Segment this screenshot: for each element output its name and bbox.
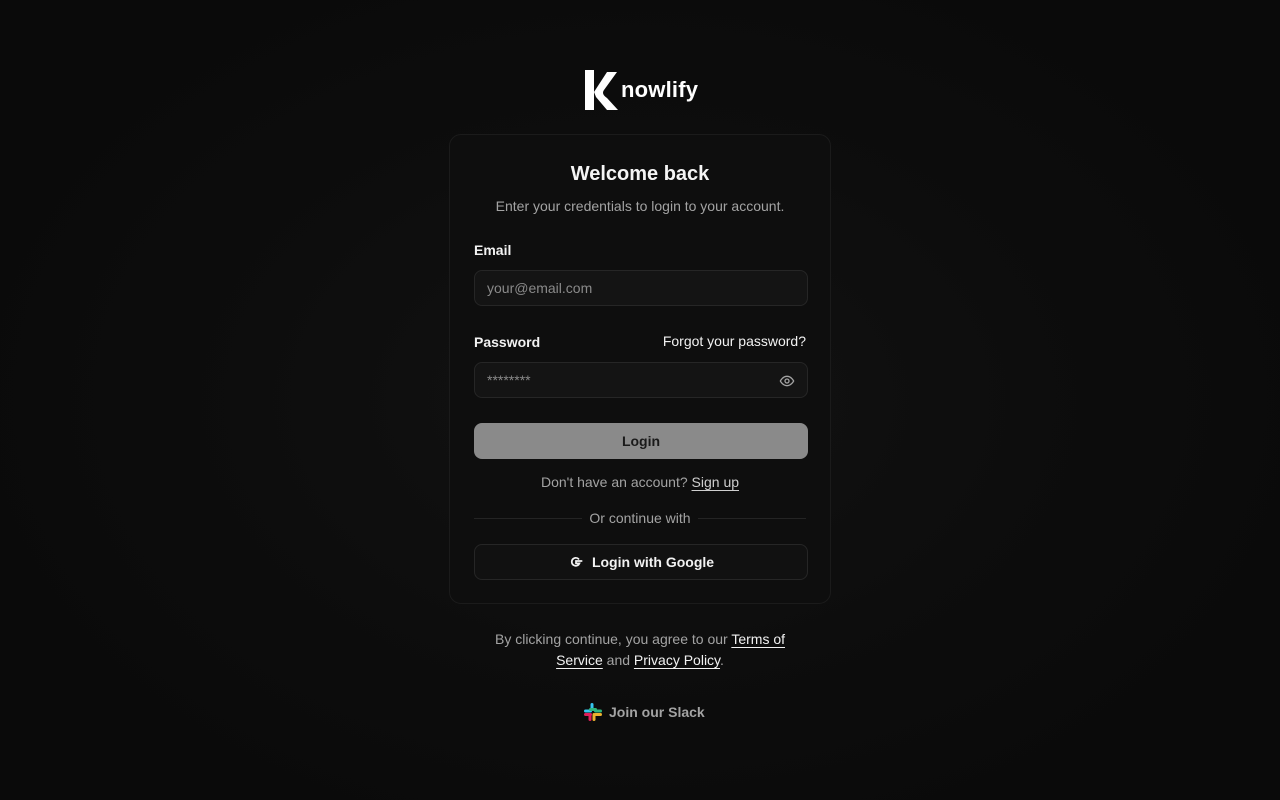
eye-icon[interactable]	[779, 373, 795, 389]
join-slack-link[interactable]: Join our Slack	[583, 702, 705, 722]
brand-name: nowlify	[621, 77, 699, 102]
email-label: Email	[474, 242, 512, 258]
login-button[interactable]: Login	[474, 423, 808, 459]
legal-notice: By clicking continue, you agree to our T…	[490, 629, 790, 671]
google-icon	[570, 556, 583, 567]
signup-link[interactable]: Sign up	[692, 474, 739, 490]
brand-logo: nowlify	[585, 70, 698, 110]
page-title: Welcome back	[570, 163, 710, 185]
slack-icon	[584, 703, 602, 721]
divider-text: Or continue with	[589, 510, 691, 526]
join-slack-label: Join our Slack	[609, 704, 705, 720]
password-field[interactable]	[487, 372, 795, 388]
legal-and: and	[606, 652, 631, 668]
signup-prompt-text: Don't have an account?	[540, 474, 688, 490]
login-card: Welcome back Enter your credentials to l…	[449, 134, 831, 604]
legal-suffix: .	[720, 652, 724, 668]
knowlify-k-icon	[585, 70, 618, 110]
legal-prefix: By clicking continue, you agree to our	[494, 631, 728, 647]
password-label: Password	[474, 334, 541, 350]
google-login-button[interactable]: Login with Google	[474, 544, 808, 580]
google-login-label: Login with Google	[591, 554, 715, 570]
password-field-wrapper	[474, 362, 808, 398]
signup-prompt: Don't have an account? Sign up	[450, 474, 830, 490]
email-field-wrapper	[474, 270, 808, 306]
forgot-password-link[interactable]: Forgot your password?	[663, 333, 806, 349]
email-field[interactable]	[487, 280, 795, 296]
page-subtitle: Enter your credentials to login to your …	[495, 198, 785, 214]
privacy-link[interactable]: Privacy Policy	[634, 652, 720, 668]
